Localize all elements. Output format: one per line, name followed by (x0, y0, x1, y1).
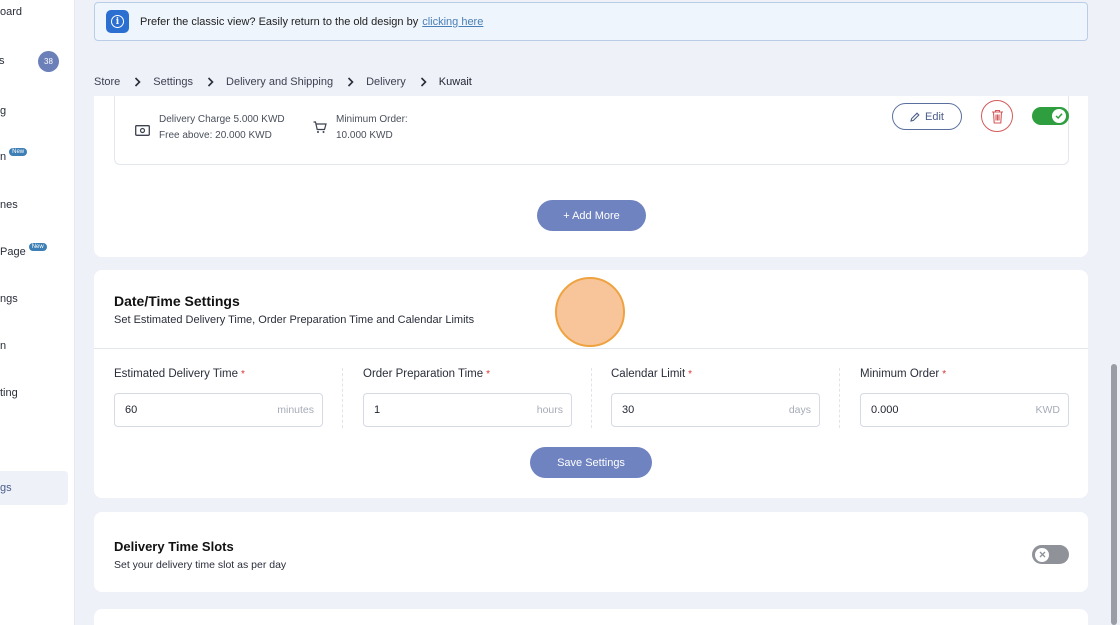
input-value: 1 (374, 404, 381, 416)
minimum-order-text: Minimum Order: 10.000 KWD (336, 112, 408, 144)
delete-button[interactable] (981, 100, 1013, 132)
calendar-limit-input[interactable]: 30 days (611, 393, 820, 427)
sidebar-item-settings[interactable]: gs (0, 478, 12, 498)
datetime-settings-card: Date/Time Settings Set Estimated Deliver… (94, 270, 1088, 498)
delivery-charge-line: Delivery Charge 5.000 KWD (159, 114, 285, 125)
chevron-right-icon (420, 76, 427, 87)
field-separator (591, 368, 592, 428)
sidebar-item-dashboard[interactable]: oard (0, 2, 22, 22)
divider (94, 348, 1088, 349)
estimated-delivery-input[interactable]: 60 minutes (114, 393, 323, 427)
field-separator (342, 368, 343, 428)
pencil-icon (910, 111, 920, 122)
edit-button[interactable]: Edit (892, 103, 962, 130)
sidebar: oard s 38 g nNew nes PageNew ngs n ting … (0, 0, 75, 625)
minimum-order-label: Minimum Order: (336, 114, 408, 125)
field-label: Calendar Limit * (611, 368, 693, 380)
datetime-subtitle: Set Estimated Delivery Time, Order Prepa… (114, 314, 475, 326)
order-preparation-field: Order Preparation Time * 1 hours (363, 368, 572, 427)
cart-icon (313, 121, 327, 139)
sidebar-item-label: Page (0, 246, 26, 258)
check-icon (1052, 109, 1066, 123)
sidebar-item-label: gs (0, 482, 12, 494)
sidebar-item-label: n (0, 151, 7, 163)
time-slots-toggle[interactable] (1032, 545, 1069, 564)
input-unit: KWD (1035, 404, 1061, 416)
order-preparation-input[interactable]: 1 hours (363, 393, 572, 427)
trash-icon (991, 109, 1004, 124)
sidebar-item-label: ting (0, 387, 18, 399)
new-badge: New (28, 243, 47, 251)
calendar-limit-field: Calendar Limit * 30 days (611, 368, 820, 427)
sidebar-item-design[interactable]: n New (0, 147, 28, 167)
close-icon (1035, 547, 1049, 562)
sidebar-item-label: oard (0, 6, 23, 18)
edit-label: Edit (925, 110, 944, 123)
sidebar-item-label: ngs (0, 293, 18, 305)
breadcrumb-store[interactable]: Store (94, 76, 120, 88)
sidebar-item-settings-group[interactable]: ngs (0, 289, 18, 309)
sidebar-item-label: n (0, 340, 7, 352)
sidebar-item-page[interactable]: Page New (0, 242, 47, 262)
input-unit: minutes (277, 404, 314, 416)
datetime-title: Date/Time Settings (114, 293, 240, 309)
classic-view-link[interactable]: clicking here (422, 16, 483, 28)
sidebar-item-marketing[interactable]: ting (0, 383, 18, 403)
sidebar-item-orders[interactable]: s (0, 51, 5, 71)
input-unit: hours (536, 404, 563, 416)
scrollbar[interactable] (1111, 364, 1117, 625)
classic-view-banner: i Prefer the classic view? Easily return… (94, 2, 1088, 41)
delivery-time-slots-card: Delivery Time Slots Set your delivery ti… (94, 512, 1088, 592)
chevron-right-icon (347, 76, 354, 87)
breadcrumb-settings[interactable]: Settings (153, 76, 193, 88)
click-indicator (555, 277, 625, 347)
count-badge: 38 (38, 51, 59, 72)
next-settings-card (94, 609, 1088, 625)
time-slots-subtitle: Set your delivery time slot as per day (114, 559, 287, 571)
sidebar-item-label: s (0, 55, 5, 67)
input-value: 60 (125, 404, 138, 416)
banner-text: Prefer the classic view? Easily return t… (140, 15, 419, 28)
field-label: Minimum Order * (860, 368, 947, 380)
input-unit: days (788, 404, 811, 416)
money-icon (135, 123, 150, 141)
new-badge: New (9, 148, 28, 156)
delivery-rules-card: Delivery Charge 5.000 KWD Free above: 20… (94, 96, 1088, 257)
sidebar-item-catalog[interactable]: g (0, 101, 6, 121)
breadcrumb-delivery[interactable]: Delivery (366, 76, 406, 88)
estimated-delivery-field: Estimated Delivery Time * 60 minutes (114, 368, 323, 427)
field-separator (839, 368, 840, 428)
minimum-order-input[interactable]: 0.000 KWD (860, 393, 1069, 427)
delivery-charge-text: Delivery Charge 5.000 KWD Free above: 20… (159, 112, 285, 144)
field-label: Estimated Delivery Time * (114, 368, 245, 380)
chevron-right-icon (134, 76, 141, 87)
add-more-button[interactable]: + Add More (537, 200, 646, 231)
free-above-line: Free above: 20.000 KWD (159, 130, 272, 141)
input-value: 30 (622, 404, 635, 416)
time-slots-title: Delivery Time Slots (114, 539, 234, 554)
chevron-right-icon (207, 76, 214, 87)
breadcrumb-current: Kuwait (438, 75, 472, 88)
minimum-order-value: 10.000 KWD (336, 130, 393, 141)
delivery-rule-row: Delivery Charge 5.000 KWD Free above: 20… (114, 96, 1069, 165)
rule-enabled-toggle[interactable] (1032, 107, 1069, 125)
save-settings-button[interactable]: Save Settings (530, 447, 652, 478)
input-value: 0.000 (871, 404, 899, 416)
sidebar-item-label: g (0, 105, 7, 117)
sidebar-item-label: nes (0, 199, 18, 211)
minimum-order-field: Minimum Order * 0.000 KWD (860, 368, 1069, 427)
breadcrumb: Store Settings Delivery and Shipping Del… (94, 74, 472, 89)
field-label: Order Preparation Time * (363, 368, 491, 380)
sidebar-item-themes[interactable]: nes (0, 195, 18, 215)
breadcrumb-delivery-shipping[interactable]: Delivery and Shipping (226, 76, 333, 88)
info-icon: i (106, 10, 129, 33)
sidebar-item-integration[interactable]: n (0, 336, 6, 356)
